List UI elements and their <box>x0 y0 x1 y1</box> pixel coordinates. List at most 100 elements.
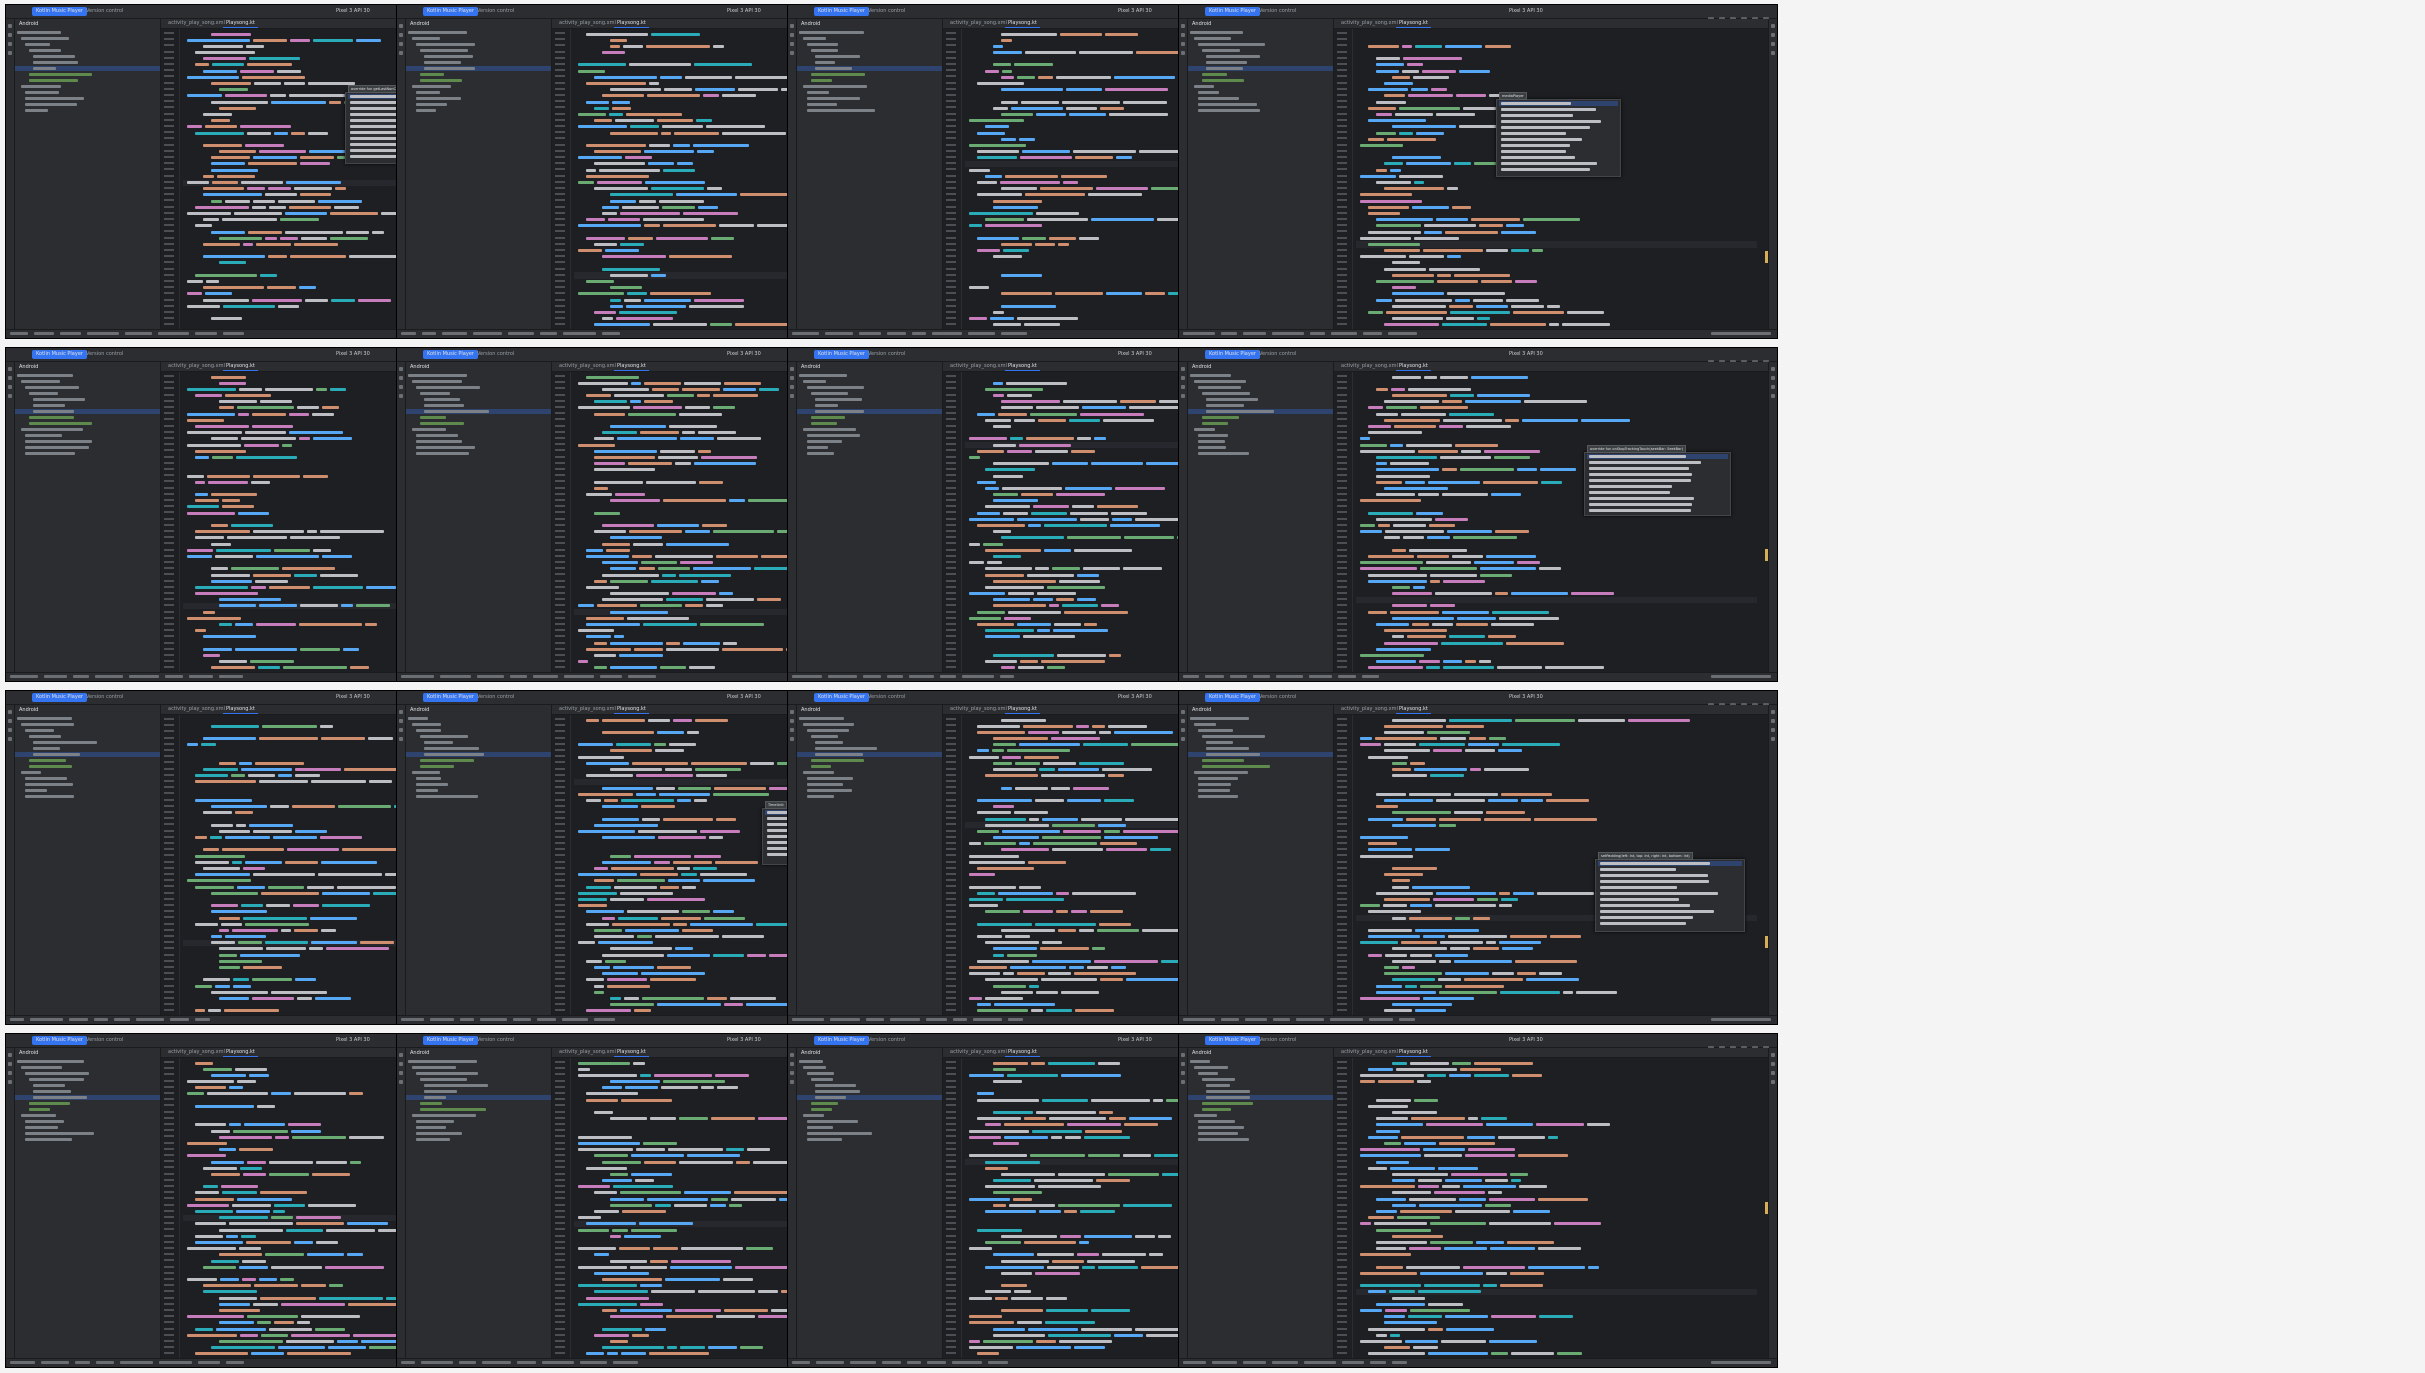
commit-icon[interactable] <box>8 33 12 37</box>
project-tree-item[interactable] <box>406 403 551 408</box>
completion-item[interactable] <box>1598 867 1742 872</box>
project-tree-item[interactable] <box>15 1059 160 1064</box>
device-selector[interactable]: Pixel 3 API 30 <box>1118 7 1152 16</box>
project-icon[interactable] <box>790 367 794 371</box>
device-selector[interactable]: Pixel 3 API 30 <box>1118 693 1152 702</box>
project-tree-item[interactable] <box>406 451 551 456</box>
project-selector[interactable]: Kotlin Music Player <box>1205 7 1260 16</box>
project-tree-item[interactable] <box>1188 72 1333 77</box>
project-panel-header[interactable]: Android <box>1188 1048 1333 1058</box>
project-tree-item[interactable] <box>1188 421 1333 426</box>
project-panel-header[interactable]: Android <box>15 362 160 372</box>
project-tree-item[interactable] <box>797 42 942 47</box>
project-tree-item[interactable] <box>15 758 160 763</box>
project-tree-item[interactable] <box>1188 36 1333 41</box>
project-tree-item[interactable] <box>15 421 160 426</box>
project-tree-item[interactable] <box>797 740 942 745</box>
tab-kotlin-file[interactable]: Playsong.kt <box>1396 706 1431 714</box>
more-icon[interactable] <box>399 1080 403 1084</box>
project-tree-item[interactable] <box>797 60 942 65</box>
project-tree-item[interactable] <box>406 1065 551 1070</box>
emulator-icon[interactable] <box>1771 394 1775 398</box>
project-tree-item[interactable] <box>1188 1113 1333 1118</box>
project-tree-item[interactable] <box>1188 427 1333 432</box>
tab-kotlin-file[interactable]: Playsong.kt <box>1005 1049 1040 1057</box>
project-tree-item[interactable] <box>15 54 160 59</box>
project-tree-item[interactable] <box>406 397 551 402</box>
more-icon[interactable] <box>8 737 12 741</box>
project-tree-item[interactable] <box>15 433 160 438</box>
project-selector[interactable]: Kotlin Music Player <box>32 350 87 359</box>
project-tree-item[interactable] <box>1188 373 1333 378</box>
project-tree-item[interactable] <box>406 782 551 787</box>
project-tree-item[interactable] <box>797 1095 942 1100</box>
project-panel-header[interactable]: Android <box>15 705 160 715</box>
project-selector[interactable]: Kotlin Music Player <box>423 693 478 702</box>
vcs-selector[interactable]: Version control <box>86 7 123 16</box>
project-tree-item[interactable] <box>15 1095 160 1100</box>
project-tree-item[interactable] <box>406 716 551 721</box>
vcs-selector[interactable]: Version control <box>86 693 123 702</box>
project-tree-item[interactable] <box>1188 379 1333 384</box>
commit-icon[interactable] <box>1181 376 1185 380</box>
code-area[interactable] <box>1356 1060 1757 1359</box>
project-tree-item[interactable] <box>1188 788 1333 793</box>
project-panel-header[interactable]: Android <box>15 19 160 29</box>
project-tree-item[interactable] <box>797 1131 942 1136</box>
completion-item[interactable] <box>1587 490 1728 495</box>
notifications-icon[interactable] <box>1771 367 1775 371</box>
emulator-icon[interactable] <box>1771 51 1775 55</box>
project-tree-item[interactable] <box>1188 108 1333 113</box>
project-tree-item[interactable] <box>406 30 551 35</box>
project-tree-item[interactable] <box>15 102 160 107</box>
more-icon[interactable] <box>8 394 12 398</box>
completion-item[interactable] <box>1598 903 1742 908</box>
project-selector[interactable]: Kotlin Music Player <box>32 693 87 702</box>
project-tree-item[interactable] <box>797 108 942 113</box>
code-area[interactable] <box>1356 31 1757 330</box>
completion-item[interactable] <box>1598 897 1742 902</box>
project-tree-item[interactable] <box>797 30 942 35</box>
tab-layout-file[interactable]: activity_play_song.xml <box>1338 363 1401 370</box>
commit-icon[interactable] <box>790 376 794 380</box>
project-tree-item[interactable] <box>1188 758 1333 763</box>
project-tree-item[interactable] <box>406 433 551 438</box>
project-tree-item[interactable] <box>1188 770 1333 775</box>
completion-item[interactable] <box>1598 921 1742 926</box>
completion-item[interactable] <box>1587 484 1728 489</box>
project-panel-header[interactable]: Android <box>406 705 551 715</box>
project-tree-item[interactable] <box>1188 1095 1333 1100</box>
device-selector[interactable]: Pixel 3 API 30 <box>336 693 370 702</box>
vcs-selector[interactable]: Version control <box>868 1036 905 1045</box>
project-panel-header[interactable]: Android <box>797 1048 942 1058</box>
completion-item[interactable] <box>1499 149 1618 154</box>
project-tree-item[interactable] <box>15 379 160 384</box>
project-tree-item[interactable] <box>1188 794 1333 799</box>
project-tree-item[interactable] <box>1188 66 1333 71</box>
project-tree-item[interactable] <box>406 1131 551 1136</box>
project-tree-item[interactable] <box>15 728 160 733</box>
project-tree-item[interactable] <box>1188 716 1333 721</box>
project-tree-item[interactable] <box>406 72 551 77</box>
device-selector[interactable]: Pixel 3 API 30 <box>727 1036 761 1045</box>
more-icon[interactable] <box>8 51 12 55</box>
project-tree-item[interactable] <box>1188 1089 1333 1094</box>
project-tree-item[interactable] <box>406 734 551 739</box>
project-tree-item[interactable] <box>15 96 160 101</box>
commit-icon[interactable] <box>8 376 12 380</box>
more-icon[interactable] <box>399 51 403 55</box>
gradle-icon[interactable] <box>1771 719 1775 723</box>
project-tree-item[interactable] <box>406 740 551 745</box>
project-tree-item[interactable] <box>406 1095 551 1100</box>
notifications-icon[interactable] <box>1771 24 1775 28</box>
project-tree-item[interactable] <box>797 48 942 53</box>
tab-layout-file[interactable]: activity_play_song.xml <box>947 20 1010 27</box>
project-tree-item[interactable] <box>406 84 551 89</box>
commit-icon[interactable] <box>399 719 403 723</box>
completion-item[interactable] <box>1587 478 1728 483</box>
tab-layout-file[interactable]: activity_play_song.xml <box>947 363 1010 370</box>
tab-layout-file[interactable]: activity_play_song.xml <box>947 1049 1010 1056</box>
project-tree-item[interactable] <box>797 1065 942 1070</box>
project-tree-item[interactable] <box>15 403 160 408</box>
completion-item[interactable] <box>1598 891 1742 896</box>
